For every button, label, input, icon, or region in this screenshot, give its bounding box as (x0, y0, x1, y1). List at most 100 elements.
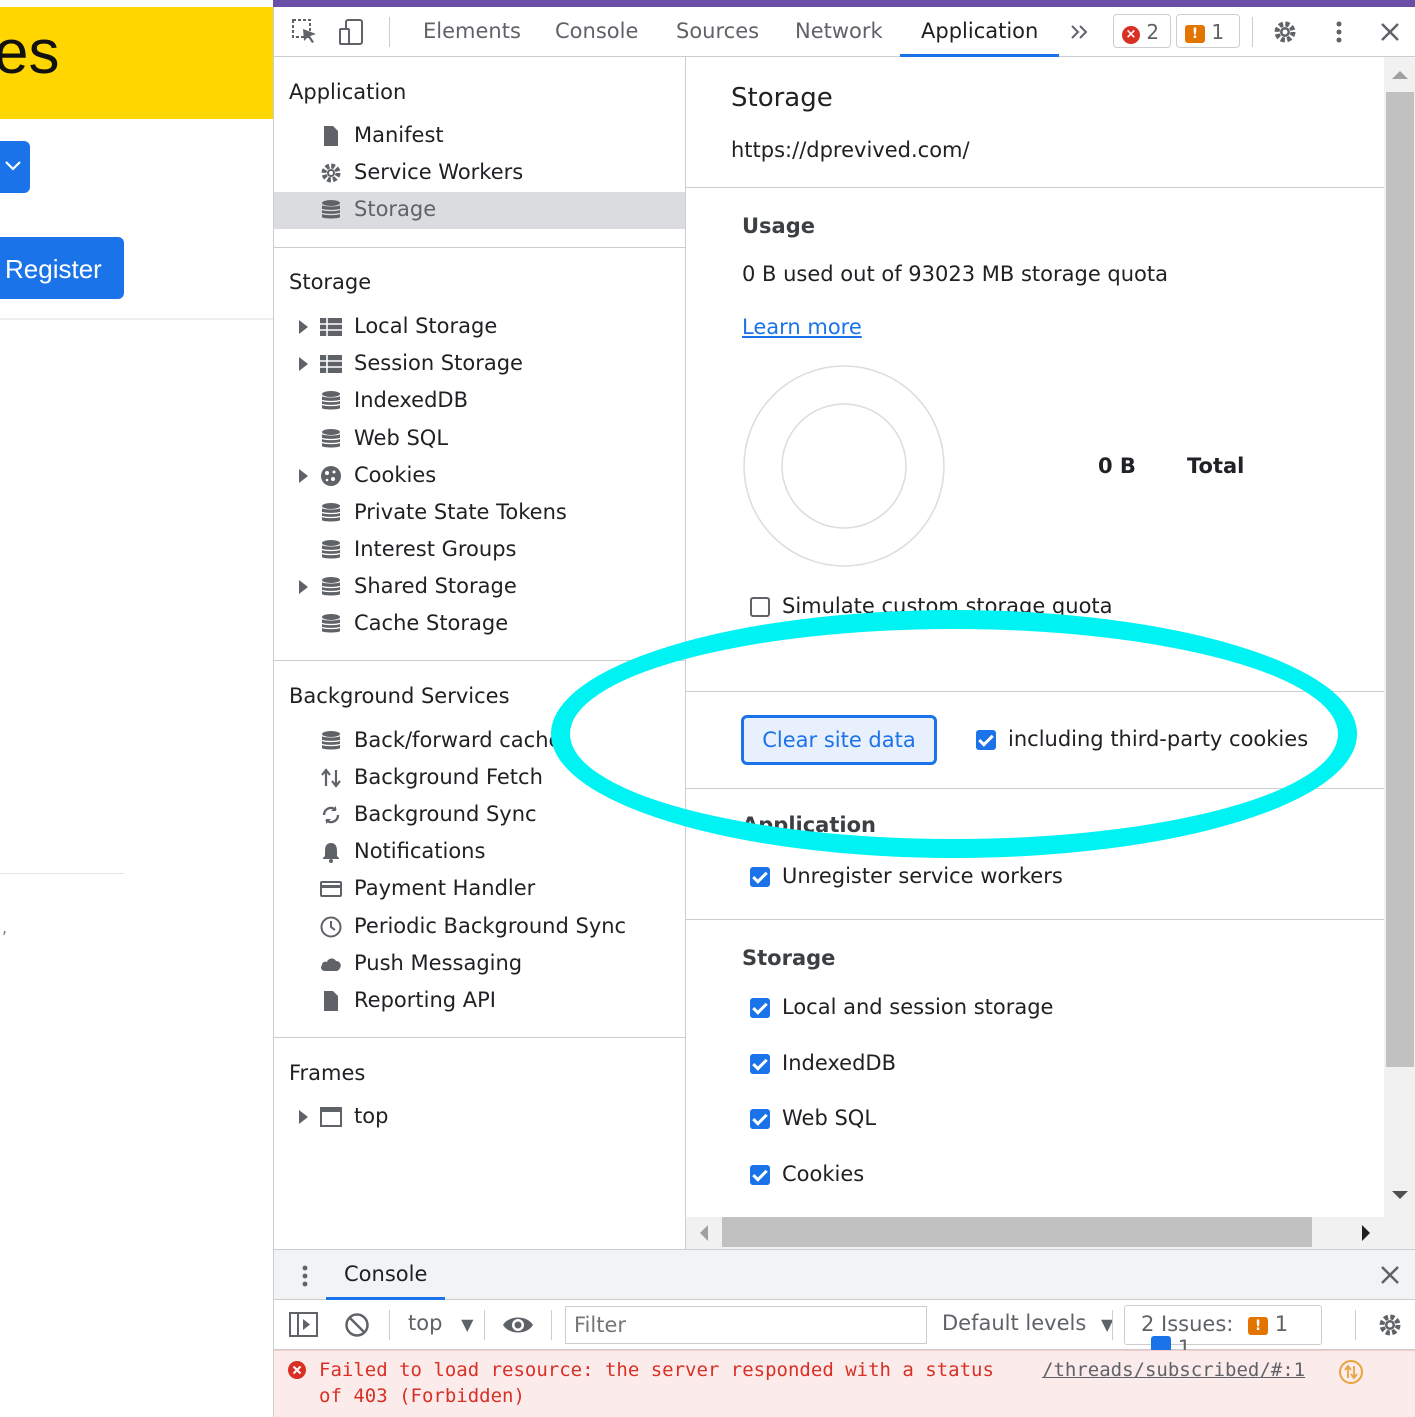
tab-network[interactable]: Network (795, 7, 883, 57)
sidebar-item-push-messaging[interactable]: Push Messaging (274, 946, 685, 983)
error-count-badge[interactable]: × 2 (1113, 14, 1171, 48)
device-toolbar-icon[interactable] (337, 18, 365, 46)
register-button[interactable]: Register (0, 237, 124, 299)
document-icon (324, 126, 338, 146)
scroll-up-arrow-icon[interactable] (1392, 69, 1408, 79)
third-party-cookies-checkbox[interactable] (976, 730, 996, 750)
vertical-scrollbar-thumb[interactable] (1386, 92, 1414, 1067)
console-drawer: Console top ▼ Default levels ▼ 2 Issues:… (274, 1249, 1415, 1417)
expand-arrow-icon[interactable] (299, 1110, 308, 1124)
section-divider (686, 691, 1384, 692)
show-sidebar-icon[interactable] (289, 1312, 319, 1338)
local-session-storage-checkbox[interactable] (750, 998, 770, 1018)
sidebar-item-label: Manifest (354, 123, 444, 147)
horizontal-scrollbar[interactable] (686, 1217, 1415, 1249)
issues-count-button[interactable]: 2 Issues: ! 1 1 (1124, 1305, 1322, 1360)
sidebar-item-indexeddb[interactable]: IndexedDB (274, 383, 685, 420)
sidebar-item-service-workers[interactable]: Service Workers (274, 155, 685, 192)
inspect-element-icon[interactable] (291, 18, 319, 46)
log-levels-value: Default levels (942, 1311, 1087, 1335)
console-filter-input[interactable] (565, 1306, 927, 1344)
sidebar-item-payment-handler[interactable]: Payment Handler (274, 871, 685, 908)
more-tabs-icon[interactable] (1066, 18, 1094, 46)
sidebar-item-reporting-api[interactable]: Reporting API (274, 983, 685, 1020)
sidebar-item-local-storage[interactable]: Local Storage (274, 309, 685, 346)
unregister-service-workers-checkbox[interactable] (750, 867, 770, 887)
context-selector[interactable]: top ▼ (408, 1311, 473, 1335)
sidebar-item-session-storage[interactable]: Session Storage (274, 346, 685, 383)
sidebar-item-background-fetch[interactable]: Background Fetch (274, 760, 685, 797)
expand-arrow-icon[interactable] (299, 357, 308, 371)
scroll-left-arrow-icon[interactable] (698, 1225, 708, 1241)
tab-elements[interactable]: Elements (423, 7, 521, 57)
sidebar-item-shared-storage[interactable]: Shared Storage (274, 569, 685, 606)
sidebar-item-frame-top[interactable]: top (274, 1099, 685, 1136)
clear-console-icon[interactable] (344, 1312, 370, 1338)
sidebar-item-label: Reporting API (354, 988, 496, 1012)
clear-site-data-button[interactable]: Clear site data (741, 715, 937, 765)
page-banner: es (0, 7, 273, 119)
dropdown-button[interactable] (0, 141, 30, 193)
close-devtools-icon[interactable] (1376, 18, 1404, 46)
sidebar-item-interest-groups[interactable]: Interest Groups (274, 532, 685, 569)
scroll-right-arrow-icon[interactable] (1362, 1225, 1372, 1241)
local-session-storage-label: Local and session storage (782, 995, 1054, 1019)
sidebar-item-label: Cookies (354, 463, 437, 487)
sidebar-item-cache-storage[interactable]: Cache Storage (274, 606, 685, 643)
expand-arrow-icon[interactable] (299, 469, 308, 483)
sidebar-item-notifications[interactable]: Notifications (274, 834, 685, 871)
warning-count-badge[interactable]: ! 1 (1176, 14, 1240, 48)
sidebar-item-back-forward-cache[interactable]: Back/forward cache (274, 723, 685, 760)
drawer-menu-icon[interactable] (294, 1263, 316, 1289)
scroll-down-arrow-icon[interactable] (1392, 1191, 1408, 1201)
simulate-quota-checkbox[interactable] (750, 597, 770, 617)
tab-sources[interactable]: Sources (676, 7, 759, 57)
warning-icon: ! (1185, 25, 1205, 43)
expand-arrow-icon[interactable] (299, 320, 308, 334)
sidebar-item-label: Local Storage (354, 314, 498, 338)
web-sql-checkbox[interactable] (750, 1109, 770, 1129)
sidebar-item-label: Session Storage (354, 351, 523, 375)
sidebar-item-label: Payment Handler (354, 876, 536, 900)
sidebar-item-cookies[interactable]: Cookies (274, 458, 685, 495)
sidebar-item-background-sync[interactable]: Background Sync (274, 797, 685, 834)
vertical-scrollbar[interactable] (1384, 57, 1415, 1217)
indexeddb-checkbox[interactable] (750, 1054, 770, 1074)
chevron-down-icon (5, 161, 21, 171)
sidebar-section-storage: Storage (289, 270, 372, 294)
sidebar-item-web-sql[interactable]: Web SQL (274, 421, 685, 458)
up-down-arrows-icon (321, 768, 341, 788)
error-source-link[interactable]: /threads/subscribed/#:1 (1042, 1359, 1305, 1381)
drawer-tab-bar: Console (274, 1250, 1415, 1300)
sidebar-item-manifest[interactable]: Manifest (274, 118, 685, 155)
tab-application[interactable]: Application (900, 7, 1060, 57)
console-settings-gear-icon[interactable] (1376, 1311, 1404, 1339)
drawer-tab-console[interactable]: Console (326, 1250, 446, 1300)
sidebar-item-periodic-background-sync[interactable]: Periodic Background Sync (274, 909, 685, 946)
log-levels-dropdown[interactable]: Default levels ▼ (942, 1311, 1113, 1335)
application-heading: Application (742, 813, 876, 837)
sidebar-item-label: Service Workers (354, 160, 524, 184)
section-divider (686, 919, 1384, 920)
sidebar-item-label: IndexedDB (354, 388, 468, 412)
sidebar-item-private-state-tokens[interactable]: Private State Tokens (274, 495, 685, 532)
horizontal-scrollbar-thumb[interactable] (722, 1217, 1312, 1247)
learn-more-link[interactable]: Learn more (742, 315, 862, 339)
sidebar-item-storage[interactable]: Storage (274, 192, 685, 229)
cookies-label: Cookies (782, 1162, 865, 1186)
settings-gear-icon[interactable] (1271, 18, 1299, 46)
toolbar-separator (1252, 17, 1253, 47)
sync-icon (322, 806, 340, 824)
network-request-icon[interactable] (1338, 1359, 1364, 1385)
database-icon (321, 614, 341, 633)
page-text-fragment: , (2, 918, 8, 937)
gear-icon (321, 163, 341, 183)
cookie-icon (321, 466, 341, 486)
more-options-icon[interactable] (1325, 18, 1353, 46)
live-expression-eye-icon[interactable] (502, 1314, 534, 1336)
cookies-checkbox[interactable] (750, 1165, 770, 1185)
tab-console[interactable]: Console (555, 7, 638, 57)
usage-donut-chart (743, 365, 945, 567)
close-drawer-icon[interactable] (1378, 1263, 1402, 1287)
expand-arrow-icon[interactable] (299, 580, 308, 594)
